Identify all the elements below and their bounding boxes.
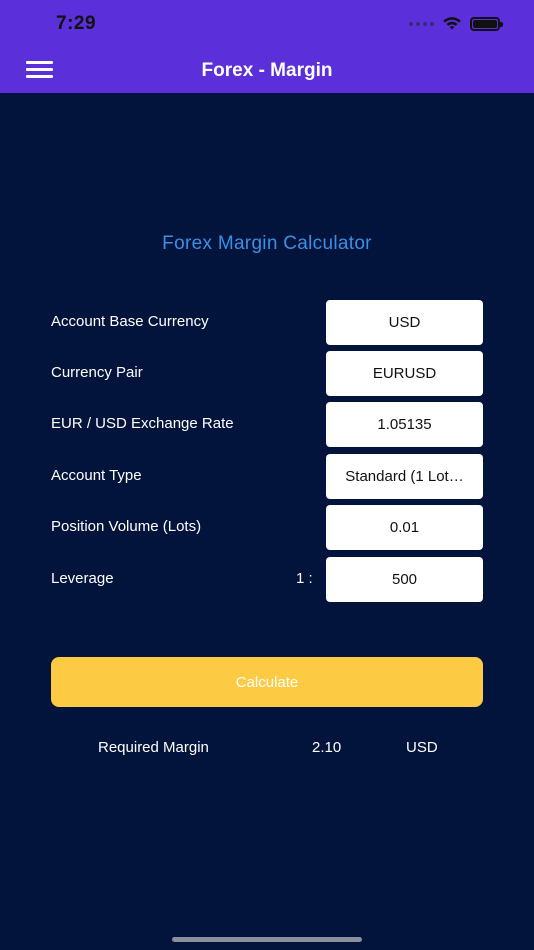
currency-pair-value: EURUSD (372, 365, 437, 382)
status-icons (409, 16, 503, 31)
currency-pair-select[interactable]: EURUSD (326, 351, 483, 396)
wifi-icon (443, 17, 461, 30)
battery-icon (470, 16, 503, 31)
leverage-ratio-prefix: 1 : (296, 570, 313, 587)
required-margin-label: Required Margin (98, 739, 209, 756)
position-volume-input[interactable]: 0.01 (326, 505, 483, 550)
account-type-value: Standard (1 Lot… (345, 468, 464, 485)
currency-pair-label: Currency Pair (51, 364, 143, 381)
page-title: Forex - Margin (201, 60, 333, 81)
base-currency-value: USD (388, 314, 421, 331)
calculate-button[interactable]: Calculate (51, 657, 483, 707)
required-margin-currency: USD (406, 739, 438, 756)
position-volume-label: Position Volume (Lots) (51, 518, 202, 535)
account-type-label: Account Type (51, 467, 142, 484)
required-margin-value: 2.10 (312, 739, 342, 756)
exchange-rate-input[interactable]: 1.05135 (326, 402, 483, 447)
home-indicator[interactable] (172, 937, 362, 942)
leverage-label: Leverage (51, 570, 114, 587)
signal-icon (409, 21, 434, 26)
status-time: 7:29 (56, 13, 97, 34)
leverage-value: 500 (391, 571, 418, 588)
base-currency-label: Account Base Currency (51, 313, 209, 330)
leverage-input[interactable]: 500 (326, 557, 483, 602)
app-header: 7:29 Forex - Margin (0, 0, 534, 93)
calculator-title: Forex Margin Calculator (162, 233, 372, 254)
position-volume-value: 0.01 (389, 519, 420, 536)
exchange-rate-value: 1.05135 (377, 416, 432, 433)
exchange-rate-label: EUR / USD Exchange Rate (51, 415, 234, 432)
base-currency-select[interactable]: USD (326, 300, 483, 345)
account-type-select[interactable]: Standard (1 Lot… (326, 454, 483, 499)
